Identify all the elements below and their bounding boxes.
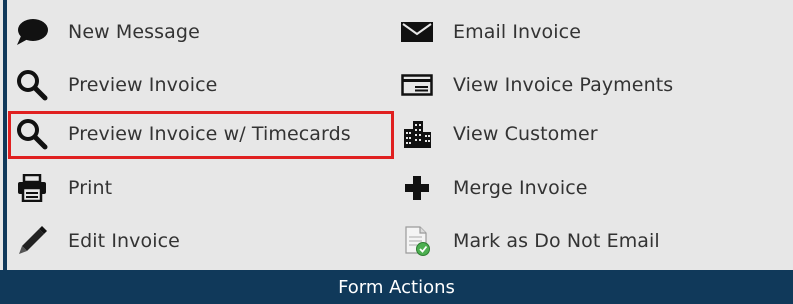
- preview-invoice-timecards-action[interactable]: Preview Invoice w/ Timecards: [12, 111, 351, 157]
- payment-card-icon: [397, 68, 437, 102]
- pencil-icon: [12, 224, 52, 258]
- email-invoice-label: Email Invoice: [453, 21, 581, 43]
- merge-invoice-label: Merge Invoice: [453, 177, 588, 199]
- form-actions-footer: Form Actions: [0, 270, 793, 304]
- speech-bubble-icon: [12, 15, 52, 49]
- document-green-check-icon: [397, 224, 437, 258]
- panel-title: Form Actions: [338, 276, 455, 298]
- view-invoice-payments-action[interactable]: View Invoice Payments: [397, 62, 673, 108]
- merge-invoice-action[interactable]: Merge Invoice: [397, 165, 588, 211]
- form-actions-panel: New Message Preview Invoice Preview Invo…: [0, 0, 793, 304]
- mark-do-not-email-label: Mark as Do Not Email: [453, 230, 660, 252]
- edit-invoice-action[interactable]: Edit Invoice: [12, 218, 180, 264]
- edit-invoice-label: Edit Invoice: [68, 230, 180, 252]
- printer-icon: [12, 171, 52, 205]
- plus-icon: [397, 171, 437, 205]
- email-invoice-action[interactable]: Email Invoice: [397, 9, 581, 55]
- magnifier-icon: [12, 68, 52, 102]
- new-message-action[interactable]: New Message: [12, 9, 200, 55]
- preview-invoice-label: Preview Invoice: [68, 74, 218, 96]
- envelope-icon: [397, 15, 437, 49]
- view-customer-action[interactable]: View Customer: [397, 111, 598, 157]
- preview-invoice-timecards-label: Preview Invoice w/ Timecards: [68, 123, 351, 145]
- mark-do-not-email-action[interactable]: Mark as Do Not Email: [397, 218, 660, 264]
- panel-left-border: [3, 0, 7, 270]
- magnifier-icon: [12, 117, 52, 151]
- print-action[interactable]: Print: [12, 165, 112, 211]
- view-customer-label: View Customer: [453, 123, 598, 145]
- print-label: Print: [68, 177, 113, 199]
- buildings-icon: [397, 117, 437, 151]
- new-message-label: New Message: [68, 21, 200, 43]
- view-invoice-payments-label: View Invoice Payments: [453, 74, 674, 96]
- preview-invoice-action[interactable]: Preview Invoice: [12, 62, 217, 108]
